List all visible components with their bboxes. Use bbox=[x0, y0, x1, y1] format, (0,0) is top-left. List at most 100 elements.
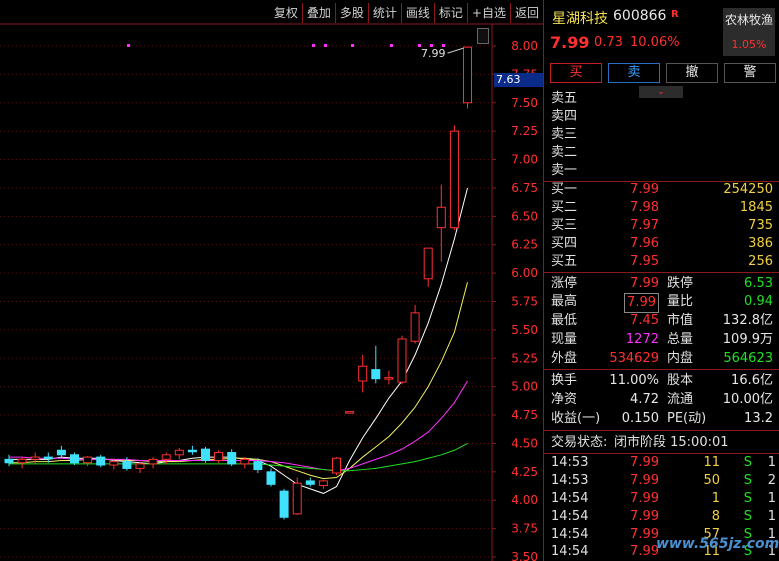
tick-count: 2 bbox=[767, 473, 776, 488]
vol-ratio-value: 0.94 bbox=[744, 294, 773, 309]
candle-body bbox=[187, 449, 197, 453]
trade-buttons: 买 卖 撤 警 bbox=[550, 63, 776, 83]
price-change: 0.73 bbox=[594, 35, 623, 50]
back-button[interactable]: 返回 bbox=[509, 3, 543, 23]
bid-row-1[interactable]: 买一 7.99 254250 bbox=[544, 181, 779, 199]
candle-body bbox=[345, 411, 355, 414]
y-axis-label: 4.25 bbox=[511, 465, 538, 479]
y-axis-label: 4.50 bbox=[511, 436, 538, 450]
signal-marker bbox=[390, 44, 393, 47]
signal-marker bbox=[442, 44, 445, 47]
tick-side: S bbox=[743, 491, 752, 506]
draw-line-button[interactable]: 画线 bbox=[400, 3, 434, 23]
y-axis-label: 3.50 bbox=[511, 550, 538, 561]
ask-row-3: 卖三 bbox=[544, 126, 779, 144]
ask-row-5: 卖五 bbox=[544, 90, 779, 108]
equity-value: 16.6亿 bbox=[731, 373, 773, 388]
tick-price: 7.99 bbox=[630, 473, 659, 488]
tick-time: 14:54 bbox=[551, 544, 589, 559]
tick-side: S bbox=[743, 473, 752, 488]
sector-name: 农林牧渔 bbox=[724, 13, 773, 27]
stats-row-disk: 外盘 534629 内盘 564623 bbox=[544, 350, 779, 368]
candle-body bbox=[109, 461, 119, 466]
ask-row-2: 卖二 bbox=[544, 144, 779, 162]
tick-time: 14:53 bbox=[551, 473, 589, 488]
total-vol-label: 总量 bbox=[667, 332, 694, 347]
equity-label: 股本 bbox=[667, 373, 694, 388]
tick-price: 7.99 bbox=[630, 455, 659, 470]
divider bbox=[544, 369, 779, 370]
candle-body bbox=[463, 46, 472, 104]
candle-body bbox=[358, 365, 368, 382]
bid-row-4[interactable]: 买四 7.96 386 bbox=[544, 235, 779, 253]
candle-body bbox=[332, 457, 341, 474]
tick-row: 14:54 7.99 8 S 1 bbox=[544, 508, 779, 526]
candle-body bbox=[371, 369, 381, 380]
bid-volume: 1845 bbox=[739, 200, 773, 215]
candle-body bbox=[214, 452, 224, 461]
float-label: 流通 bbox=[667, 392, 694, 407]
bid-label: 买二 bbox=[551, 200, 578, 215]
candle-body bbox=[384, 377, 394, 380]
bid-label: 买三 bbox=[551, 218, 578, 233]
candle-body bbox=[83, 456, 93, 464]
y-axis-label: 6.00 bbox=[511, 266, 538, 280]
y-axis-label: 4.75 bbox=[511, 408, 538, 422]
stats-row-low: 最低 7.45 市值 132.8亿 bbox=[544, 312, 779, 330]
quote-header: 星湖科技 600866 R 7.99 0.73 10.06% 农林牧渔 1.05… bbox=[544, 0, 779, 60]
outer-value: 534629 bbox=[609, 351, 659, 366]
high-label: 最高 bbox=[551, 294, 578, 309]
tick-count: 1 bbox=[767, 491, 776, 506]
bid-volume: 386 bbox=[748, 236, 773, 251]
add-watchlist-button[interactable]: +自选 bbox=[466, 3, 510, 23]
y-axis-label: 7.50 bbox=[511, 96, 538, 110]
bid-row-3[interactable]: 买三 7.97 735 bbox=[544, 217, 779, 235]
turnover-label: 换手 bbox=[551, 373, 578, 388]
tick-price: 7.99 bbox=[630, 527, 659, 542]
chart-toolbar: 复权 叠加 多股 统计 画线 标记 +自选 返回 bbox=[270, 3, 543, 23]
tick-side: S bbox=[743, 509, 752, 524]
sector-box[interactable]: 农林牧渔 1.05% bbox=[723, 8, 775, 56]
total-vol-value: 109.9万 bbox=[722, 332, 773, 347]
tick-price: 7.99 bbox=[630, 509, 659, 524]
alert-button[interactable]: 警 bbox=[724, 63, 776, 83]
stats-row-high: 最高 7.99 量比 0.94 bbox=[544, 293, 779, 313]
candle-body bbox=[292, 482, 302, 515]
quote-panel: 星湖科技 600866 R 7.99 0.73 10.06% 农林牧渔 1.05… bbox=[543, 0, 779, 561]
tick-count: 1 bbox=[767, 455, 776, 470]
statistics-button[interactable]: 统计 bbox=[367, 3, 401, 23]
site-watermark: www.565jz.com bbox=[656, 536, 779, 552]
candle-body bbox=[148, 458, 158, 465]
cancel-order-button[interactable]: 撤 bbox=[666, 63, 718, 83]
mkt-cap-value: 132.8亿 bbox=[722, 313, 773, 328]
eps-value: 0.150 bbox=[621, 411, 659, 426]
candle-body bbox=[70, 454, 79, 464]
bid-volume: 254250 bbox=[723, 182, 773, 197]
bid-row-2[interactable]: 买二 7.98 1845 bbox=[544, 199, 779, 217]
kline-canvas[interactable]: 8.007.757.507.257.006.756.506.256.005.75… bbox=[0, 0, 543, 561]
stats-row-vol: 现量 1272 总量 109.9万 bbox=[544, 331, 779, 349]
mkt-cap-label: 市值 bbox=[667, 313, 694, 328]
multi-stock-button[interactable]: 多股 bbox=[334, 3, 368, 23]
sell-button[interactable]: 卖 bbox=[608, 63, 660, 83]
y-axis-label: 8.00 bbox=[511, 39, 538, 53]
candle-body bbox=[449, 130, 459, 229]
y-axis-label: 5.25 bbox=[511, 351, 538, 365]
overlay-button[interactable]: 叠加 bbox=[301, 3, 335, 23]
kline-chart[interactable]: 8.007.757.507.257.006.756.506.256.005.75… bbox=[0, 0, 543, 561]
ask-label: 卖四 bbox=[551, 109, 578, 124]
candle-body bbox=[4, 458, 14, 464]
candle-body bbox=[96, 456, 106, 466]
fuquan-button[interactable]: 复权 bbox=[270, 3, 302, 23]
bid-price: 7.98 bbox=[630, 200, 659, 215]
tick-time: 14:53 bbox=[551, 455, 589, 470]
bid-row-5[interactable]: 买五 7.95 256 bbox=[544, 253, 779, 271]
candle-body bbox=[305, 480, 315, 485]
pe-value: 13.2 bbox=[744, 411, 773, 426]
y-axis-label: 6.50 bbox=[511, 209, 538, 223]
mark-button[interactable]: 标记 bbox=[433, 3, 467, 23]
stats-row-nav: 净资 4.72 流通 10.00亿 bbox=[544, 391, 779, 409]
divider bbox=[544, 272, 779, 273]
chart-scroll-handle[interactable] bbox=[477, 28, 489, 44]
buy-button[interactable]: 买 bbox=[550, 63, 602, 83]
